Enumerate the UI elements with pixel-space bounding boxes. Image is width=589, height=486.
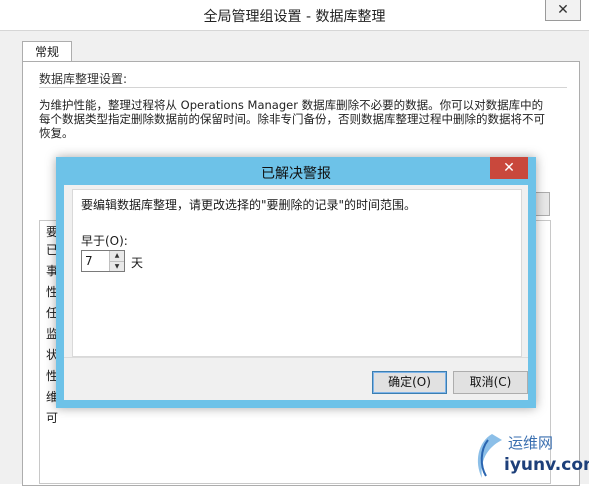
- older-than-label: 早于(O):: [81, 234, 128, 248]
- ok-button[interactable]: 确定(O): [372, 371, 447, 394]
- watermark-logo-icon: [477, 434, 502, 478]
- close-icon: ✕: [557, 2, 569, 18]
- days-unit-label: 天: [131, 256, 144, 270]
- days-stepper[interactable]: 7 ▲ ▼: [81, 250, 125, 272]
- dialog-footer-divider: [64, 357, 528, 358]
- watermark-text-en: iyunv.com: [504, 455, 589, 475]
- cancel-button[interactable]: 取消(C): [453, 371, 528, 394]
- dialog-inner-panel: 要编辑数据库整理，请更改选择的"要删除的记录"的时间范围。 早于(O): 7 ▲…: [72, 189, 522, 357]
- close-icon: ✕: [503, 160, 515, 176]
- dialog-titlebar[interactable]: 已解决警报 ✕: [56, 157, 536, 185]
- window-close-button[interactable]: ✕: [545, 0, 581, 21]
- edit-button-edge[interactable]: [535, 192, 550, 216]
- section-description: 为维护性能，整理过程将从 Operations Manager 数据库删除不必要…: [39, 98, 545, 140]
- section-divider: [39, 87, 567, 88]
- watermark-text-cn: 运维网: [508, 434, 554, 452]
- resolved-alerts-dialog: 已解决警报 ✕ 要编辑数据库整理，请更改选择的"要删除的记录"的时间范围。 早于…: [56, 157, 536, 408]
- site-watermark: 运维网 iyunv.com: [472, 430, 589, 482]
- parent-titlebar: 全局管理组设置 - 数据库整理 ✕: [0, 0, 589, 31]
- dialog-title: 已解决警报: [261, 166, 331, 182]
- stepper-down-button[interactable]: ▼: [110, 261, 124, 271]
- list-item[interactable]: 可: [46, 409, 58, 426]
- tab-general[interactable]: 常规: [22, 41, 72, 62]
- window-title: 全局管理组设置 - 数据库整理: [203, 9, 386, 25]
- dialog-content: 要编辑数据库整理，请更改选择的"要删除的记录"的时间范围。 早于(O): 7 ▲…: [64, 185, 528, 400]
- dialog-close-button[interactable]: ✕: [490, 157, 528, 179]
- stepper-buttons: ▲ ▼: [109, 251, 124, 271]
- days-input[interactable]: 7: [82, 251, 109, 271]
- dialog-message: 要编辑数据库整理，请更改选择的"要删除的记录"的时间范围。: [81, 198, 417, 212]
- section-title: 数据库整理设置:: [39, 72, 128, 86]
- stepper-up-button[interactable]: ▲: [110, 251, 124, 262]
